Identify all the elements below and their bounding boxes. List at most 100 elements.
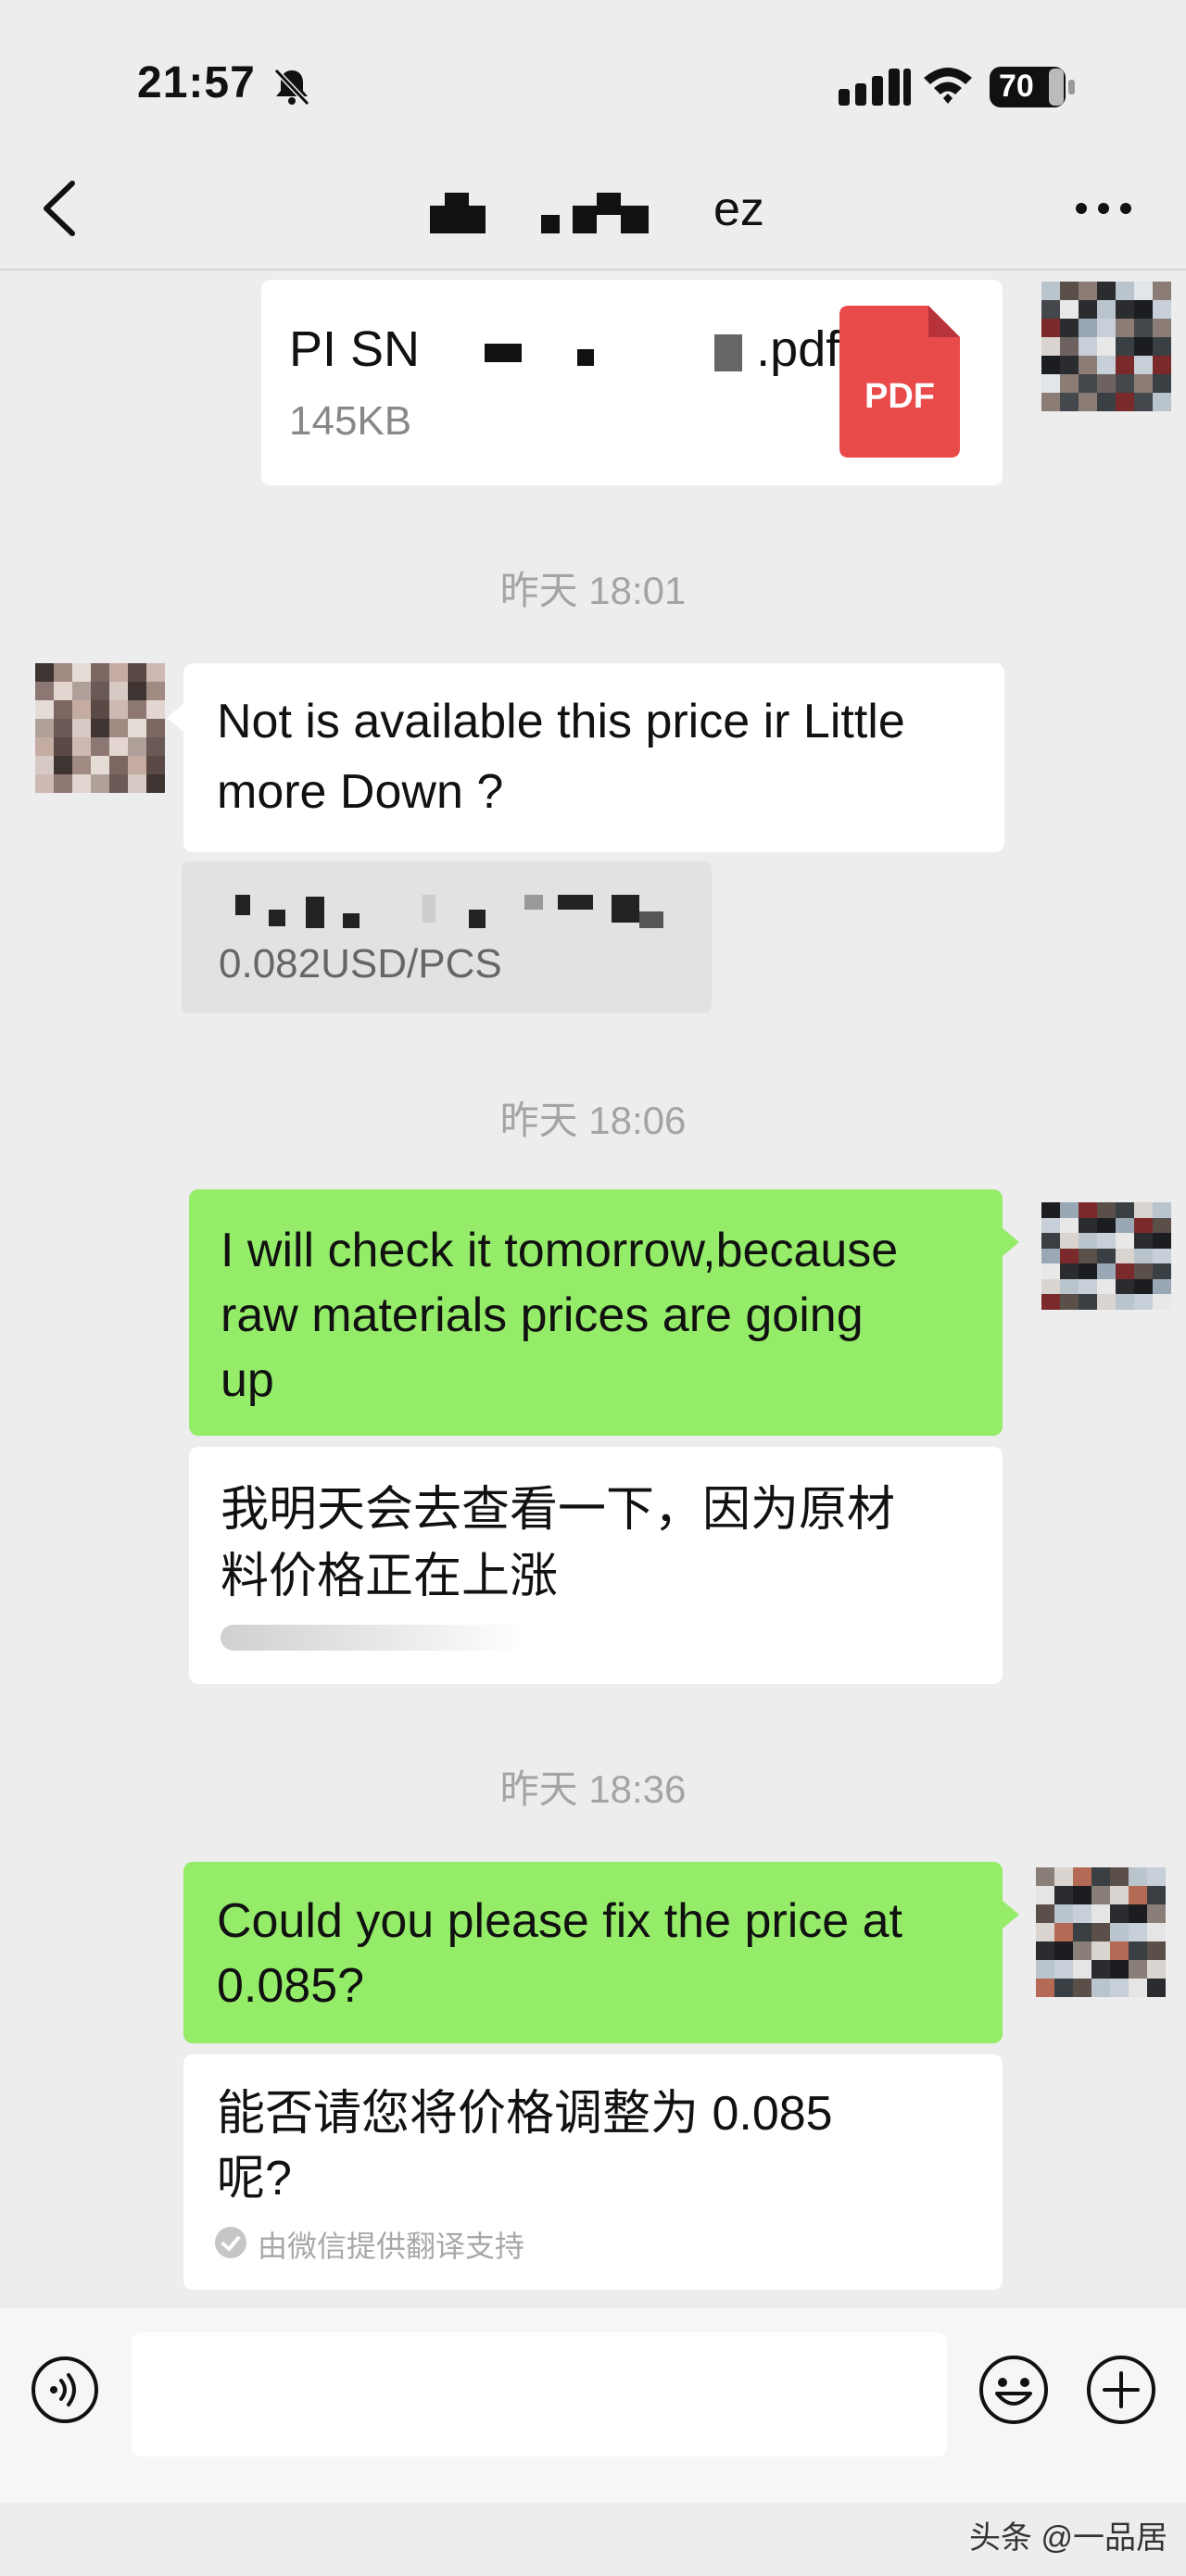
avatar-mosaic-tile xyxy=(72,663,91,682)
avatar-mosaic-tile xyxy=(1079,393,1097,411)
avatar-mosaic-tile xyxy=(1054,1979,1073,1997)
avatar-mosaic-tile xyxy=(146,700,165,719)
avatar-mosaic-tile xyxy=(1073,1904,1091,1923)
avatar-mosaic-tile xyxy=(1079,337,1097,356)
my-avatar[interactable] xyxy=(1036,1867,1166,1997)
more-icon[interactable] xyxy=(1073,195,1134,222)
avatar-mosaic-tile xyxy=(146,663,165,682)
avatar-mosaic-tile xyxy=(1134,1278,1153,1295)
translation-line: 呢? xyxy=(217,2152,292,2205)
incoming-message-line: more Down ? xyxy=(217,765,504,819)
avatar-mosaic-tile xyxy=(1041,356,1060,374)
file-size: 145KB xyxy=(289,398,412,444)
avatar-mosaic-tile xyxy=(1153,1278,1171,1295)
avatar-mosaic-tile xyxy=(91,774,109,793)
cellular-signal-icon xyxy=(839,69,911,106)
outgoing-message-line: Could you please fix the price at xyxy=(217,1894,902,1948)
avatar-mosaic-tile xyxy=(1054,1960,1073,1979)
avatar-mosaic-tile xyxy=(1060,1233,1079,1249)
avatar-mosaic-tile xyxy=(1041,1217,1060,1234)
avatar-mosaic-tile xyxy=(1153,282,1171,300)
avatar-mosaic-tile xyxy=(1091,1941,1110,1960)
avatar-mosaic-tile xyxy=(1097,1233,1116,1249)
avatar-mosaic-tile xyxy=(128,774,146,793)
avatar-mosaic-tile xyxy=(1110,1960,1129,1979)
avatar-mosaic-tile xyxy=(1134,1233,1153,1249)
avatar-mosaic-tile xyxy=(54,663,72,682)
avatar-mosaic-tile xyxy=(1079,374,1097,393)
avatar-mosaic-tile xyxy=(146,719,165,737)
bubble-tail xyxy=(167,704,183,732)
avatar-mosaic-tile xyxy=(1134,1217,1153,1234)
avatar-mosaic-tile xyxy=(109,682,128,700)
avatar-mosaic-tile xyxy=(1116,1233,1134,1249)
avatar-mosaic-tile xyxy=(1116,393,1134,411)
avatar-mosaic-tile xyxy=(146,682,165,700)
timestamp: 昨天 18:06 xyxy=(499,1099,687,1142)
avatar-mosaic-tile xyxy=(1073,1867,1091,1886)
avatar-mosaic-tile xyxy=(35,663,54,682)
avatar-mosaic-tile xyxy=(1134,300,1153,319)
avatar-mosaic-tile xyxy=(128,663,146,682)
avatar-mosaic-tile xyxy=(1041,374,1060,393)
my-avatar[interactable] xyxy=(1041,1202,1171,1310)
avatar-mosaic-tile xyxy=(91,737,109,756)
avatar-mosaic-tile xyxy=(1073,1886,1091,1904)
avatar-mosaic-tile xyxy=(1079,1278,1097,1295)
avatar-mosaic-tile xyxy=(1079,1294,1097,1310)
avatar-mosaic-tile xyxy=(1097,1248,1116,1264)
contact-avatar[interactable] xyxy=(35,663,165,793)
battery-level: 70 xyxy=(999,69,1034,104)
avatar-mosaic-tile xyxy=(1097,319,1116,337)
avatar-mosaic-tile xyxy=(1116,374,1134,393)
emoji-icon[interactable] xyxy=(977,2353,1051,2427)
avatar-mosaic-tile xyxy=(1060,356,1079,374)
avatar-mosaic-tile xyxy=(1134,374,1153,393)
avatar-mosaic-tile xyxy=(91,663,109,682)
avatar-mosaic-tile xyxy=(1129,1923,1147,1941)
avatar-mosaic-tile xyxy=(1153,1202,1171,1218)
avatar-mosaic-tile xyxy=(72,682,91,700)
avatar-mosaic-tile xyxy=(1097,300,1116,319)
avatar-mosaic-tile xyxy=(1116,337,1134,356)
avatar-mosaic-tile xyxy=(1060,1202,1079,1218)
avatar-mosaic-tile xyxy=(1041,300,1060,319)
avatar-mosaic-tile xyxy=(1097,1217,1116,1234)
plus-icon[interactable] xyxy=(1084,2353,1158,2427)
quoted-price: 0.082USD/PCS xyxy=(219,941,502,986)
avatar-mosaic-tile xyxy=(1041,337,1060,356)
avatar-mosaic-tile xyxy=(1091,1960,1110,1979)
voice-input-icon[interactable] xyxy=(30,2355,100,2425)
avatar-mosaic-tile xyxy=(35,719,54,737)
quoted-message[interactable] xyxy=(182,861,712,1013)
avatar-mosaic-tile xyxy=(1091,1923,1110,1941)
avatar-mosaic-tile xyxy=(1116,356,1134,374)
avatar-mosaic-tile xyxy=(1041,1263,1060,1279)
avatar-mosaic-tile xyxy=(35,737,54,756)
avatar-mosaic-tile xyxy=(1091,1886,1110,1904)
avatar-mosaic-tile xyxy=(128,737,146,756)
avatar-mosaic-tile xyxy=(1116,282,1134,300)
avatar-mosaic-tile xyxy=(1110,1904,1129,1923)
avatar-mosaic-tile xyxy=(1153,1263,1171,1279)
avatar-mosaic-tile xyxy=(1147,1904,1166,1923)
avatar-mosaic-tile xyxy=(1097,393,1116,411)
pdf-file-icon: PDF xyxy=(839,306,960,458)
avatar-mosaic-tile xyxy=(1036,1904,1054,1923)
avatar-mosaic-tile xyxy=(1147,1979,1166,1997)
avatar-mosaic-tile xyxy=(1134,319,1153,337)
avatar-mosaic-tile xyxy=(128,719,146,737)
my-avatar[interactable] xyxy=(1041,282,1171,411)
avatar-mosaic-tile xyxy=(1134,1248,1153,1264)
avatar-mosaic-tile xyxy=(1060,393,1079,411)
avatar-mosaic-tile xyxy=(1147,1923,1166,1941)
avatar-mosaic-tile xyxy=(1110,1979,1129,1997)
avatar-mosaic-tile xyxy=(1079,356,1097,374)
back-arrow-icon[interactable] xyxy=(39,178,80,239)
watermark: 头条 @一品居 xyxy=(969,2520,1167,2556)
avatar-mosaic-tile xyxy=(146,737,165,756)
avatar-mosaic-tile xyxy=(1097,282,1116,300)
message-input[interactable] xyxy=(132,2332,947,2457)
wifi-icon xyxy=(924,68,972,104)
avatar-mosaic-tile xyxy=(72,719,91,737)
